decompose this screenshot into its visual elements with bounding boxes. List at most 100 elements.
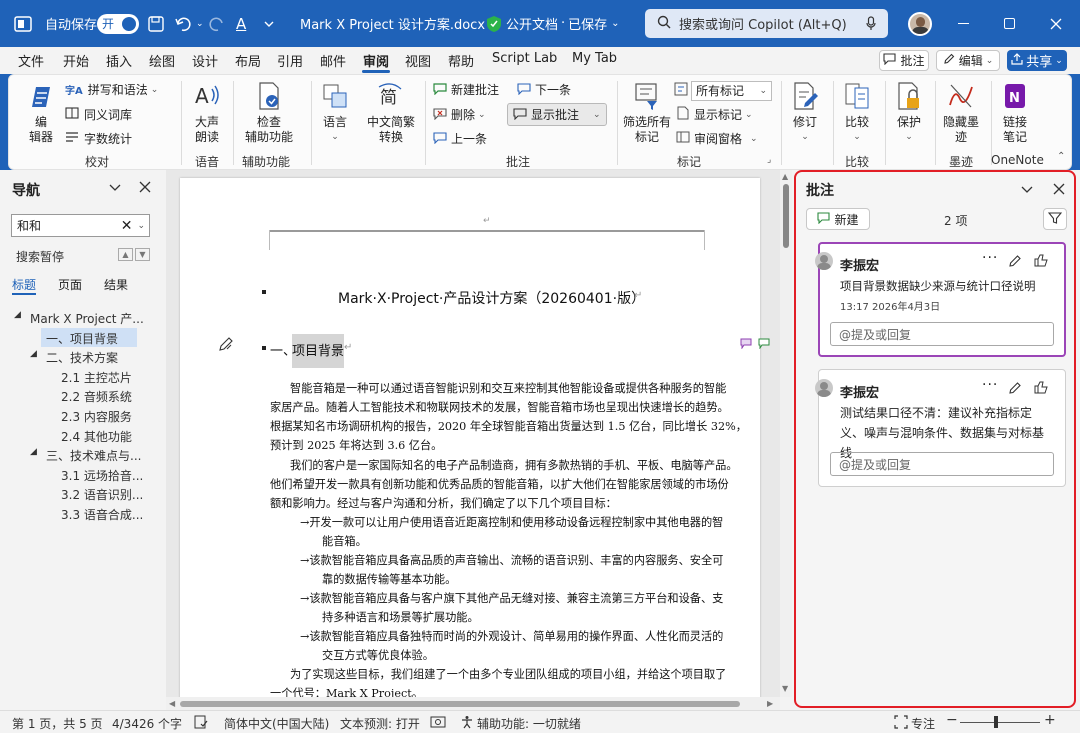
nav-tab-pages[interactable]: 页面 bbox=[58, 276, 82, 293]
heading-item[interactable]: 2.1 主控芯片 bbox=[61, 369, 132, 386]
more-actions-icon[interactable]: ··· bbox=[982, 377, 998, 393]
sensitivity-label[interactable]: 公开文档 · 已保存 ⌄ bbox=[506, 0, 620, 47]
focus-icon[interactable] bbox=[894, 715, 908, 732]
markup-view-select[interactable]: 所有标记 ⌄ bbox=[674, 80, 772, 101]
collapse-ribbon-icon[interactable]: ⌃ bbox=[1057, 151, 1065, 162]
heading-item[interactable]: 一、项目背景 bbox=[46, 330, 118, 347]
tab-my-tab[interactable]: My Tab bbox=[572, 51, 617, 66]
show-markup-button[interactable]: 显示标记 ⌄ bbox=[676, 106, 753, 123]
tree-toggle-icon[interactable]: ◢ bbox=[30, 447, 37, 457]
next-comment-button[interactable]: 下一条 bbox=[517, 81, 571, 98]
delete-comment-button[interactable]: 删除 ⌄ bbox=[433, 106, 486, 123]
comment-card[interactable]: 李振宏 ··· 项目背景数据缺少来源与统计口径说明 13:17 2026年4月3… bbox=[815, 242, 1066, 357]
review-pane-button[interactable]: 审阅窗格 ⌄ bbox=[676, 130, 758, 147]
scroll-left-icon[interactable]: ◀ bbox=[169, 699, 175, 708]
macro-icon[interactable] bbox=[430, 715, 446, 732]
previous-result-icon[interactable]: ▲ bbox=[118, 248, 133, 261]
check-accessibility-button[interactable]: 检查 辅助功能 bbox=[239, 81, 299, 145]
search-box[interactable]: 搜索或询问 Copilot (Alt+Q) bbox=[645, 9, 888, 38]
body-line[interactable]: 智能音箱是一种可以通过语音智能识别和交互来控制其他智能设备或提供各种服务的智能 bbox=[290, 380, 726, 396]
nav-search-field[interactable]: 和和 ✕ ⌄ bbox=[11, 214, 150, 237]
zoom-slider-thumb[interactable] bbox=[994, 716, 998, 728]
edit-comment-icon[interactable] bbox=[1008, 381, 1022, 398]
vertical-scrollbar[interactable]: ▲ ▼ bbox=[780, 170, 792, 697]
body-line[interactable]: 他们希望开发一款具有创新功能和优秀品质的智能音箱，以扩大他们在智能家居领域的市场… bbox=[270, 476, 729, 492]
zoom-in-icon[interactable]: + bbox=[1044, 712, 1056, 728]
editor-button[interactable]: 编 辑器 bbox=[19, 81, 63, 145]
body-line[interactable]: 根据某知名市场调研机构的报告，2020 年全球智能音箱出货量达到 1.5 亿台，… bbox=[270, 418, 747, 434]
comments-options-icon[interactable] bbox=[1020, 182, 1034, 199]
body-line[interactable]: 额和影响力。经过与客户沟通和分析，我们确定了以下几个项目目标： bbox=[270, 495, 617, 511]
heading-item[interactable]: 3.3 语音合成... bbox=[61, 506, 143, 523]
read-aloud-button[interactable]: A 大声 朗读 bbox=[189, 81, 225, 145]
list-item[interactable]: →该款智能音箱应具备高品质的声音输出、流畅的语音识别、丰富的内容服务、安全可 bbox=[300, 552, 723, 568]
redo-icon[interactable] bbox=[208, 0, 226, 47]
nav-options-icon[interactable] bbox=[108, 180, 122, 197]
comment-indicator-icon[interactable] bbox=[758, 338, 770, 352]
chinese-conversion-button[interactable]: 简 中文简繁 转换 bbox=[363, 81, 419, 145]
tree-toggle-icon[interactable]: ◢ bbox=[30, 349, 37, 359]
vertical-scroll-thumb[interactable] bbox=[783, 184, 789, 248]
body-line[interactable]: 家居产品。随着人工智能技术和物联网技术的发展，智能音箱市场也呈现出快速增长的趋势… bbox=[270, 399, 729, 415]
edit-comment-icon[interactable] bbox=[1008, 254, 1022, 271]
language-status[interactable]: 简体中文(中国大陆) bbox=[224, 715, 329, 732]
word-app-icon[interactable] bbox=[14, 0, 32, 47]
editing-mode-button[interactable]: 编辑 ⌄ bbox=[936, 50, 1000, 71]
tab-file[interactable]: 文件 bbox=[18, 51, 44, 70]
protect-button[interactable]: 保护 ⌄ bbox=[891, 81, 927, 145]
new-comment-button[interactable]: 新建批注 bbox=[433, 81, 499, 98]
tab-references[interactable]: 引用 bbox=[277, 51, 303, 70]
nav-close-icon[interactable] bbox=[139, 181, 151, 196]
list-item[interactable]: →该款智能音箱应具备独特而时尚的外观设计、简单易用的操作界面、人性化而灵活的 bbox=[300, 628, 723, 644]
scroll-down-icon[interactable]: ▼ bbox=[782, 684, 788, 693]
previous-comment-button[interactable]: 上一条 bbox=[433, 130, 487, 147]
share-button[interactable]: 共享 ⌄ bbox=[1007, 50, 1067, 71]
clear-search-icon[interactable]: ✕ bbox=[121, 218, 133, 234]
heading-item[interactable]: Mark X Project 产... bbox=[30, 310, 144, 327]
spelling-button[interactable]: 字A 拼写和语法 ⌄ bbox=[65, 81, 158, 98]
save-icon[interactable] bbox=[147, 0, 165, 47]
heading-item[interactable]: 3.2 语音识别... bbox=[61, 486, 143, 503]
body-line[interactable]: 我们的客户是一家国际知名的电子产品制造商，拥有多款热销的手机、平板、电脑等产品。 bbox=[290, 457, 738, 473]
list-item[interactable]: 持多种语言和场景等扩展功能。 bbox=[322, 609, 479, 625]
minimize-icon[interactable] bbox=[958, 0, 969, 47]
scroll-right-icon[interactable]: ▶ bbox=[767, 699, 773, 708]
nav-tab-results[interactable]: 结果 bbox=[104, 276, 128, 293]
body-line[interactable]: 预计到 2025 年将达到 3.6 亿台。 bbox=[270, 437, 442, 453]
like-icon[interactable] bbox=[1034, 253, 1048, 270]
language-button[interactable]: 语言 ⌄ bbox=[317, 81, 353, 145]
next-result-icon[interactable]: ▼ bbox=[135, 248, 150, 261]
tab-layout[interactable]: 布局 bbox=[235, 51, 261, 70]
more-actions-icon[interactable]: ··· bbox=[982, 250, 998, 266]
filter-comments-button[interactable] bbox=[1043, 208, 1067, 230]
show-comments-button[interactable]: 显示批注 ⌄ bbox=[507, 103, 607, 126]
reply-input[interactable]: @提及或回复 bbox=[830, 452, 1054, 476]
zoom-out-icon[interactable]: − bbox=[946, 712, 958, 728]
heading-item[interactable]: 三、技术难点与... bbox=[46, 447, 141, 464]
track-changes-button[interactable]: 修订 ⌄ bbox=[787, 81, 823, 145]
tab-design[interactable]: 设计 bbox=[192, 51, 218, 70]
horizontal-scroll-thumb[interactable] bbox=[180, 701, 740, 707]
linked-notes-button[interactable]: N 链接 笔记 bbox=[997, 81, 1033, 145]
compare-button[interactable]: 比较 ⌄ bbox=[839, 81, 875, 145]
heading-item[interactable]: 二、技术方案 bbox=[46, 349, 118, 366]
section-heading[interactable]: 一、项目背景 bbox=[292, 340, 344, 359]
tracking-dialog-launcher-icon[interactable]: ⌟ bbox=[767, 155, 771, 165]
tab-review[interactable]: 审阅 bbox=[363, 51, 389, 70]
reply-input[interactable]: @提及或回复 bbox=[830, 322, 1054, 346]
tab-insert[interactable]: 插入 bbox=[106, 51, 132, 70]
thesaurus-button[interactable]: 同义词库 bbox=[65, 106, 132, 123]
tab-help[interactable]: 帮助 bbox=[448, 51, 474, 70]
list-item[interactable]: 靠的数据传输等基本功能。 bbox=[322, 571, 456, 587]
comment-card[interactable]: 李振宏 ··· 测试结果口径不清：建议补充指标定义、噪声与混响条件、数据集与对标… bbox=[815, 369, 1066, 487]
horizontal-scrollbar[interactable]: ◀ ▶ bbox=[166, 697, 780, 710]
autosave-toggle[interactable]: 开 bbox=[97, 0, 139, 47]
focus-label[interactable]: 专注 bbox=[911, 715, 935, 732]
hide-ink-button[interactable]: 隐藏墨 迹 bbox=[939, 81, 983, 145]
page-count[interactable]: 第 1 页，共 5 页 bbox=[12, 715, 103, 732]
nav-tab-headings[interactable]: 标题 bbox=[12, 276, 36, 293]
tree-toggle-icon[interactable]: ◢ bbox=[14, 310, 21, 320]
word-count-status[interactable]: 4/3426 个字 bbox=[112, 715, 182, 732]
maximize-icon[interactable] bbox=[1004, 0, 1015, 47]
scroll-up-icon[interactable]: ▲ bbox=[782, 172, 788, 181]
